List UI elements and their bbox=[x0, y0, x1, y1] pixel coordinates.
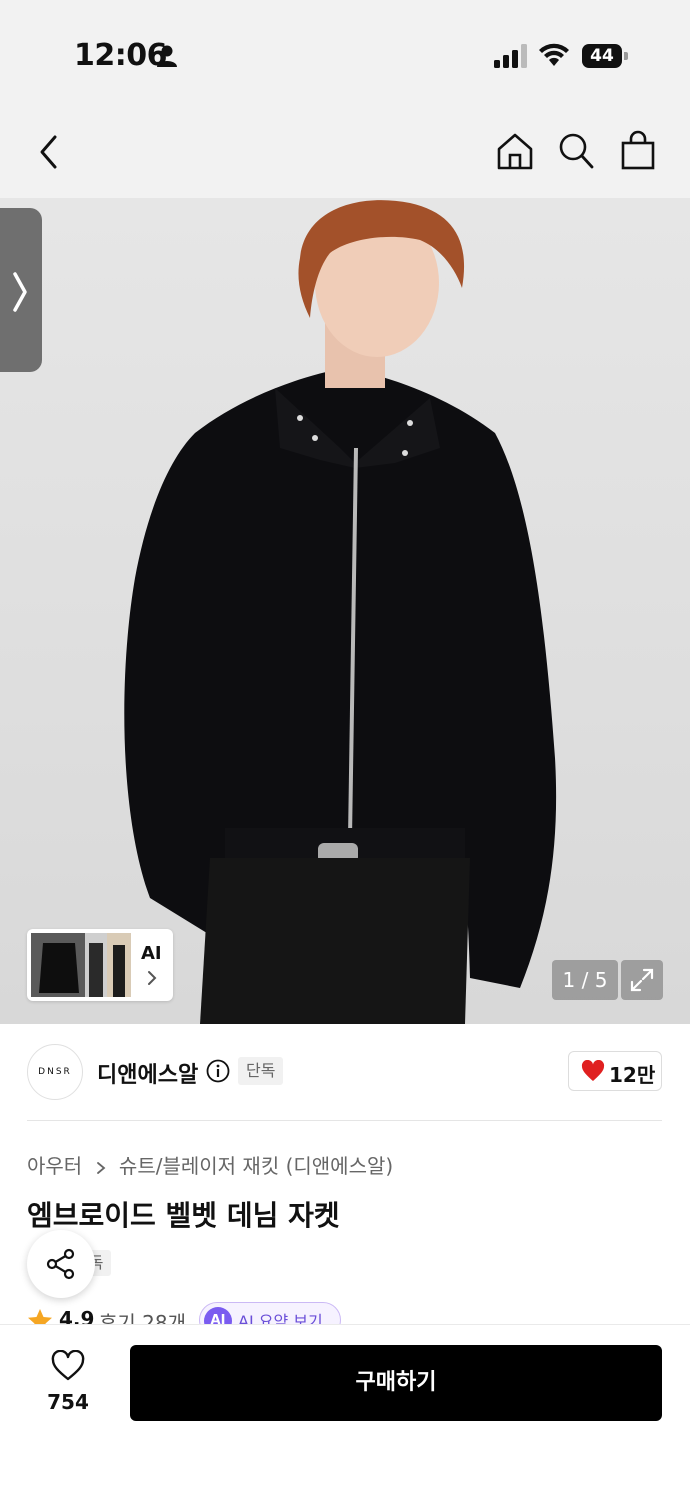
exclusive-badge: 단독 bbox=[238, 1057, 284, 1085]
rating-row: 4.9 후기 28개 AI AI 요약 보기 bbox=[27, 1302, 367, 1326]
side-drawer-tab[interactable] bbox=[0, 208, 42, 372]
back-icon[interactable] bbox=[36, 134, 62, 170]
expand-image-button[interactable] bbox=[621, 960, 663, 1000]
product-title: 엠브로이드 벨벳 데님 자켓 bbox=[27, 1199, 340, 1232]
wifi-icon bbox=[539, 43, 569, 66]
share-button[interactable] bbox=[27, 1230, 95, 1298]
product-image[interactable] bbox=[0, 198, 690, 1024]
chevron-right-icon bbox=[13, 272, 27, 312]
chevron-right-icon bbox=[148, 971, 157, 985]
heart-outline-icon[interactable] bbox=[50, 1350, 86, 1382]
battery-indicator: 44 bbox=[582, 44, 628, 68]
buy-button[interactable]: 구매하기 bbox=[130, 1345, 662, 1421]
brand-like-count: 12만 bbox=[609, 1063, 656, 1087]
ai-label: AI bbox=[141, 943, 162, 964]
top-nav-bar bbox=[0, 110, 690, 198]
breadcrumb: 아우터 슈트/블레이저 재킷 (디앤에스알) bbox=[27, 1150, 393, 1179]
thumbnail-2 bbox=[85, 933, 107, 997]
brand-like-button[interactable]: 12만 bbox=[568, 1051, 662, 1091]
wish-count: 754 bbox=[47, 1390, 89, 1414]
model-photo bbox=[124, 200, 557, 1024]
ai-summary-button[interactable]: AI AI 요약 보기 bbox=[199, 1302, 341, 1326]
brand-logo[interactable]: DNSR bbox=[27, 1044, 83, 1100]
breadcrumb-item-category[interactable]: 슈트/블레이저 재킷 (디앤에스알) bbox=[119, 1150, 393, 1179]
share-icon bbox=[46, 1248, 75, 1280]
image-counter: 1 / 5 bbox=[552, 960, 618, 1000]
ai-lookbook-card[interactable]: AI bbox=[27, 929, 173, 1001]
battery-tip bbox=[624, 52, 628, 60]
divider bbox=[27, 1120, 662, 1121]
person-icon bbox=[157, 45, 177, 67]
heart-filled-icon bbox=[581, 1060, 605, 1081]
status-bar: 12:06 44 bbox=[0, 0, 690, 110]
brand-name[interactable]: 디앤에스알 bbox=[97, 1057, 198, 1089]
thumbnail-1 bbox=[31, 933, 87, 997]
battery-level: 44 bbox=[582, 44, 622, 68]
thumbnail-3 bbox=[107, 933, 131, 997]
search-icon[interactable] bbox=[558, 132, 594, 170]
status-time: 12:06 bbox=[74, 38, 168, 73]
cellular-signal-icon bbox=[494, 44, 527, 68]
expand-icon bbox=[630, 968, 654, 992]
chevron-right-icon bbox=[96, 1161, 105, 1174]
home-icon[interactable] bbox=[496, 132, 534, 170]
info-icon[interactable] bbox=[206, 1059, 230, 1083]
shopping-bag-icon[interactable] bbox=[620, 130, 656, 170]
breadcrumb-item-outer[interactable]: 아우터 bbox=[27, 1150, 82, 1179]
